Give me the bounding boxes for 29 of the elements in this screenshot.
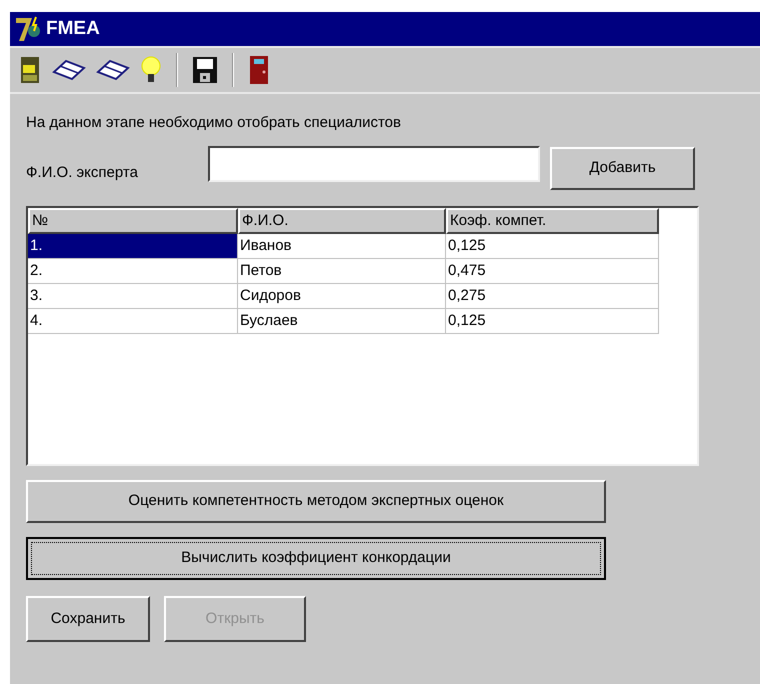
book-icon[interactable] (52, 58, 86, 82)
column-header[interactable]: Ф.И.О. (238, 208, 446, 234)
window-title: FMEA (46, 16, 100, 41)
action-button[interactable]: Вычислить коэффициент конкордации (26, 537, 606, 580)
cabinet-icon[interactable] (18, 55, 42, 85)
bottom-button[interactable]: Сохранить (26, 596, 150, 642)
table-cell[interactable]: Сидоров (238, 284, 446, 309)
table-cell[interactable]: 0,475 (446, 259, 659, 284)
door-icon[interactable] (248, 55, 270, 85)
table-cell[interactable]: 4. (28, 309, 238, 334)
app-logo-icon (14, 15, 42, 43)
instruction-text: На данном этапе необходимо отобрать специалистов (26, 113, 402, 133)
table-cell[interactable]: Буслаев (238, 309, 446, 334)
table-cell[interactable]: 0,275 (446, 284, 659, 309)
book-icon[interactable] (96, 58, 130, 82)
lightbulb-icon[interactable] (140, 55, 162, 85)
table-cell[interactable]: 1. (28, 234, 238, 259)
action-button[interactable]: Оценить компетентность методом экспертных оценок (26, 480, 606, 523)
column-header[interactable]: Коэф. компет. (446, 208, 659, 234)
add-button[interactable]: Добавить (550, 147, 695, 190)
table-cell[interactable]: 0,125 (446, 234, 659, 259)
table-cell[interactable]: 3. (28, 284, 238, 309)
input-field[interactable] (208, 146, 540, 182)
column-header[interactable]: № (28, 208, 238, 234)
table-cell[interactable]: Иванов (238, 234, 446, 259)
table-cell[interactable]: Петов (238, 259, 446, 284)
table-cell[interactable]: 2. (28, 259, 238, 284)
table-cell[interactable]: 0,125 (446, 309, 659, 334)
field-label: Ф.И.О. эксперта (26, 162, 139, 182)
